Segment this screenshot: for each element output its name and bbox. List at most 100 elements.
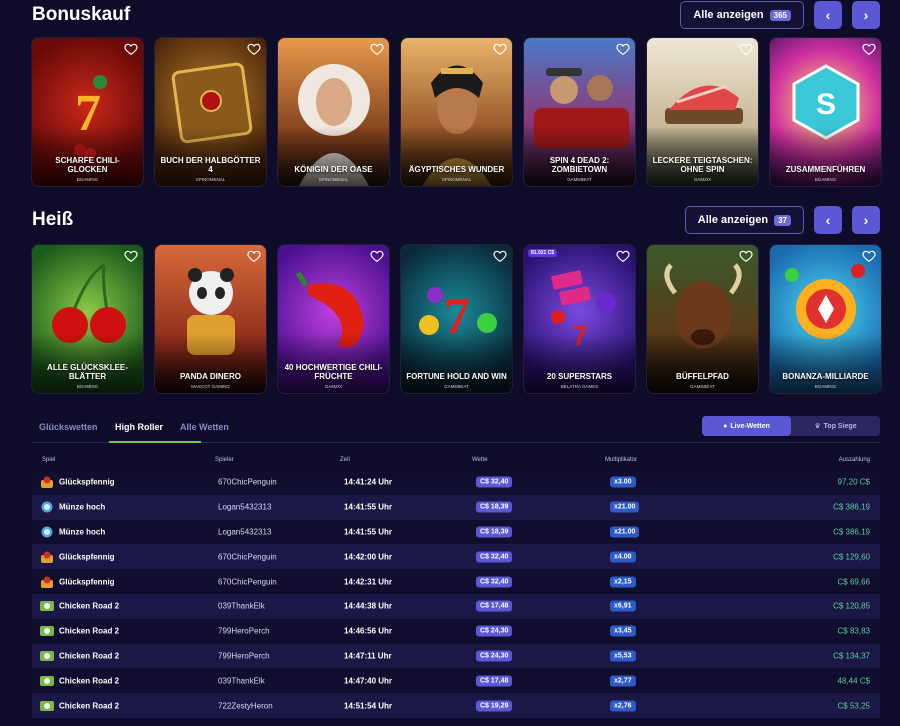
live-bets-toggle[interactable]: ● Live-Wetten	[702, 416, 791, 436]
count-badge: 37	[774, 214, 791, 226]
see-all-label: Alle anzeigen	[697, 214, 769, 226]
active-tab-indicator	[109, 441, 201, 443]
game-tile[interactable]: Königin der Oase Spinomenal	[277, 37, 390, 187]
game-name[interactable]: Münze hoch	[59, 503, 105, 512]
table-row[interactable]: Chicken Road 2 799HeroPerch 14:47:11 Uhr C$…	[32, 643, 880, 669]
bets-tab-bar: Glückswetten High Roller Alle Wetten ● L…	[32, 416, 880, 443]
game-name[interactable]: Chicken Road 2	[59, 602, 119, 611]
tab-lucky-bets[interactable]: Glückswetten	[39, 422, 98, 432]
game-tile[interactable]: 7 Fortune Hold and Win Gamebeat	[400, 244, 513, 394]
game-name[interactable]: Glückspfennig	[59, 478, 115, 487]
game-tile[interactable]: Ägyptisches Wunder Spinomenal	[400, 37, 513, 187]
multiplier: x3,45	[610, 625, 636, 637]
multiplier: x4.00	[610, 551, 636, 563]
bet-time: 14:47:11 Uhr	[344, 651, 392, 661]
coin-game-icon	[40, 576, 54, 588]
chicken-road-icon	[40, 600, 54, 612]
bet-amount-value: C$ 32,40	[480, 553, 509, 561]
heart-icon[interactable]	[739, 249, 753, 263]
table-row[interactable]: Chicken Road 2 722ZestyHeron 14:51:54 Uhr C…	[32, 693, 880, 718]
game-tile[interactable]: 40 Hochwertige Chili-Früchte Gamzix	[277, 244, 390, 394]
bet-time: 14:47:40 Uhr	[344, 676, 393, 686]
bet-amount: C$ 24,30	[476, 625, 513, 637]
game-tile[interactable]: Leckere Teigtaschen: Ohne Spin Gamzix	[646, 37, 759, 187]
table-row[interactable]: Chicken Road 2 039ThankElk 14:44:38 Uhr C$ …	[32, 593, 880, 619]
table-row[interactable]: Chicken Road 2 039ThankElk 14:47:40 Uhr C$ …	[32, 668, 880, 694]
table-row[interactable]: Glückspfennig 670ChicPenguin 14:41:24 Uhr C…	[32, 470, 880, 495]
next-arrow-button[interactable]: ›	[852, 1, 880, 29]
heart-icon[interactable]	[739, 42, 753, 56]
game-tile[interactable]: Büffelpfad Gamebeat	[646, 244, 759, 394]
see-all-label: Alle anzeigen	[693, 9, 764, 21]
game-tile[interactable]: Panda Dinero Mascot Gaming	[154, 244, 267, 394]
tile-name: Bonanza-Milliarde	[782, 372, 869, 381]
heart-icon[interactable]	[493, 249, 507, 263]
heart-icon[interactable]	[370, 42, 384, 56]
tile-provider: Gamzix	[324, 384, 343, 389]
game-tile[interactable]: 7 81.021 C$ 20 Superstars Belatra Games	[523, 244, 636, 394]
table-row[interactable]: Chicken Road 2 799HeroPerch 14:46:56 Uhr C$…	[32, 618, 880, 644]
heart-icon[interactable]	[247, 249, 261, 263]
heart-icon[interactable]	[124, 249, 138, 263]
multiplier: x2,77	[610, 675, 636, 687]
see-all-bonuskauf-button[interactable]: Alle anzeigen 365	[680, 1, 804, 29]
game-name[interactable]: Chicken Road 2	[59, 701, 119, 710]
payout: C$ 120,85	[833, 601, 870, 611]
chicken-road-icon	[40, 625, 54, 637]
tile-name: Leckere Teigtaschen: Ohne Spin	[652, 156, 753, 174]
game-tile[interactable]: Alle Glücksklee­blätter Bgaming	[31, 244, 144, 394]
game-name[interactable]: Chicken Road 2	[59, 627, 119, 636]
heart-icon[interactable]	[493, 42, 507, 56]
game-tile[interactable]: S Zusammenführen Bgaming	[769, 37, 882, 187]
tile-provider: Belatra Games	[560, 384, 599, 389]
next-arrow-button[interactable]: ›	[852, 206, 880, 234]
heart-icon[interactable]	[862, 249, 876, 263]
table-row[interactable]: Glückspfennig 670ChicPenguin 14:42:00 Uhr C…	[32, 544, 880, 570]
table-row[interactable]: Münze hoch Logan5432313 14:41:55 Uhr C$ 18,…	[32, 519, 880, 545]
game-tile[interactable]: Spin 4 Dead 2: Zombietown Gamebeat	[523, 37, 636, 187]
coin-game-icon	[40, 551, 54, 563]
table-row[interactable]: Glückspfennig 670ChicPenguin 14:42:31 Uhr C…	[32, 569, 880, 594]
tile-provider: Gamebeat	[567, 177, 592, 182]
game-name[interactable]: Chicken Road 2	[59, 651, 119, 660]
tile-name: 20 Superstars	[546, 372, 613, 381]
game-name[interactable]: Glückspfennig	[59, 577, 115, 586]
heart-icon[interactable]	[370, 249, 384, 263]
heart-icon[interactable]	[247, 42, 261, 56]
game-tile[interactable]: Bonanza-Milliarde Bgaming	[769, 244, 882, 394]
tile-provider: Gamzix	[693, 177, 712, 182]
heart-icon[interactable]	[862, 42, 876, 56]
top-wins-toggle[interactable]: ♛ Top Siege	[791, 416, 880, 436]
player-name: 799HeroPerch	[218, 626, 270, 636]
player-name: 039ThankElk	[218, 676, 265, 686]
game-tile[interactable]: 7 Scharfe Chili-Glocken Bgaming	[31, 37, 144, 187]
bets-table-header: Spiel Spieler Zeit Wette Multiplikator A…	[32, 452, 880, 470]
bet-time: 14:41:55 Uhr	[344, 527, 393, 537]
heart-icon[interactable]	[616, 42, 630, 56]
bet-amount: C$ 19,29	[476, 700, 513, 712]
tile-name: Spin 4 Dead 2: Zombietown	[549, 156, 610, 174]
prev-arrow-button[interactable]: ‹	[814, 206, 842, 234]
bet-time: 14:42:31 Uhr	[344, 577, 393, 587]
payout: C$ 53,25	[837, 701, 870, 711]
game-tile[interactable]: Buch der Halbgötter 4 Spinomenal	[154, 37, 267, 187]
game-name[interactable]: Glückspfennig	[59, 552, 115, 561]
table-row[interactable]: Münze hoch Logan5432313 14:41:55 Uhr C$ 18,…	[32, 494, 880, 520]
tile-provider: Gamebeat	[444, 384, 469, 389]
heart-icon[interactable]	[124, 42, 138, 56]
prev-arrow-button[interactable]: ‹	[814, 1, 842, 29]
game-name[interactable]: Chicken Road 2	[59, 676, 119, 685]
col-bet: Wette	[472, 457, 488, 463]
tab-all-bets[interactable]: Alle Wetten	[180, 422, 229, 432]
tab-high-roller[interactable]: High Roller	[115, 422, 163, 432]
bonuskauf-tiles: 7 Scharfe Chili-Glocken Bgaming Buch der…	[31, 37, 882, 187]
tile-provider: Spinomenal	[195, 177, 226, 182]
player-name: 722ZestyHeron	[218, 701, 273, 711]
bets-toggle: ● Live-Wetten ♛ Top Siege	[702, 416, 880, 436]
tile-name: Buch der Halbgötter 4	[160, 156, 261, 174]
bet-amount: C$ 18,39	[476, 501, 513, 513]
heart-icon[interactable]	[616, 249, 630, 263]
game-name[interactable]: Münze hoch	[59, 527, 105, 536]
bet-time: 14:41:55 Uhr	[344, 502, 393, 512]
see-all-heiss-button[interactable]: Alle anzeigen 37	[684, 206, 804, 234]
